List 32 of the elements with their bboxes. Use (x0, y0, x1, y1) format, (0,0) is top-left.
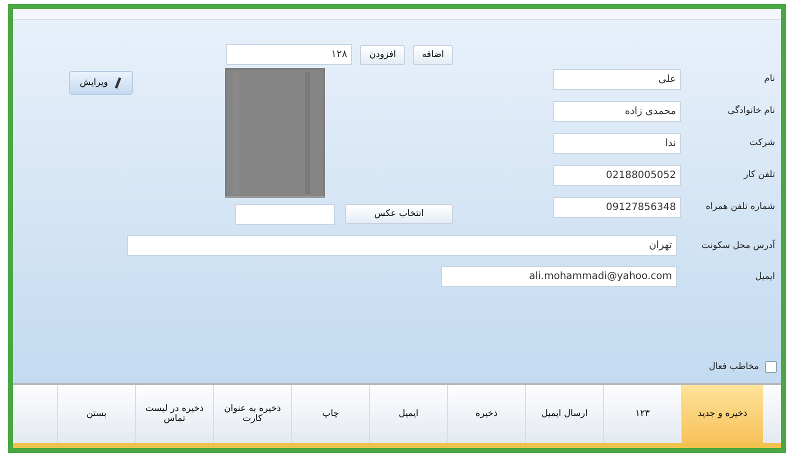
ribbon-button[interactable]: ذخیره و جدید (681, 385, 763, 443)
ribbon-button[interactable]: ارسال ایمیل (525, 385, 603, 443)
field-label: شماره تلفن همراه (704, 202, 776, 212)
checkbox[interactable] (765, 361, 777, 373)
text-field[interactable]: ali.mohammadi@yahoo.com (441, 266, 677, 287)
field-label: شرکت (748, 138, 776, 148)
text-field[interactable]: محمدی زاده (553, 100, 681, 122)
ribbon-button[interactable]: ذخیره به عنوان کارت (213, 385, 291, 443)
ribbon-button[interactable]: چاپ (291, 385, 369, 443)
field-label: ایمیل (754, 272, 776, 282)
text-field[interactable] (235, 204, 335, 225)
text-field[interactable]: ندا (553, 132, 681, 154)
field-label: نام (763, 74, 776, 84)
text-field[interactable]: علی (553, 68, 681, 90)
field-label: نام خانوادگی (726, 106, 776, 116)
ribbon-button[interactable]: ایمیل (369, 385, 447, 443)
field-label: آدرس محل سکونت (700, 240, 776, 250)
text-field[interactable]: ۱۲۸ (226, 44, 352, 65)
edit-button[interactable]: ویرایش (68, 71, 133, 95)
text-field[interactable]: 09127856348 (553, 196, 681, 218)
text-field[interactable]: 02188005052 (553, 164, 681, 186)
photo-button[interactable]: انتخاب عکس (345, 204, 453, 224)
toolbar-button[interactable]: افزودن (360, 44, 405, 64)
checkbox-label: مخاطب فعال (708, 362, 759, 372)
pencil-icon (114, 76, 122, 90)
field-label: تلفن کار (742, 170, 776, 180)
toolbar-button[interactable]: اضافه (412, 44, 453, 64)
ribbon-button[interactable]: ذخیره (447, 385, 525, 443)
ribbon-button[interactable]: ۱۲۳ (603, 385, 681, 443)
text-field[interactable]: تهران (127, 235, 677, 256)
ribbon-button[interactable]: ذخیره در لیست تماس (135, 385, 213, 443)
ribbon-button[interactable]: بستن (57, 385, 135, 443)
